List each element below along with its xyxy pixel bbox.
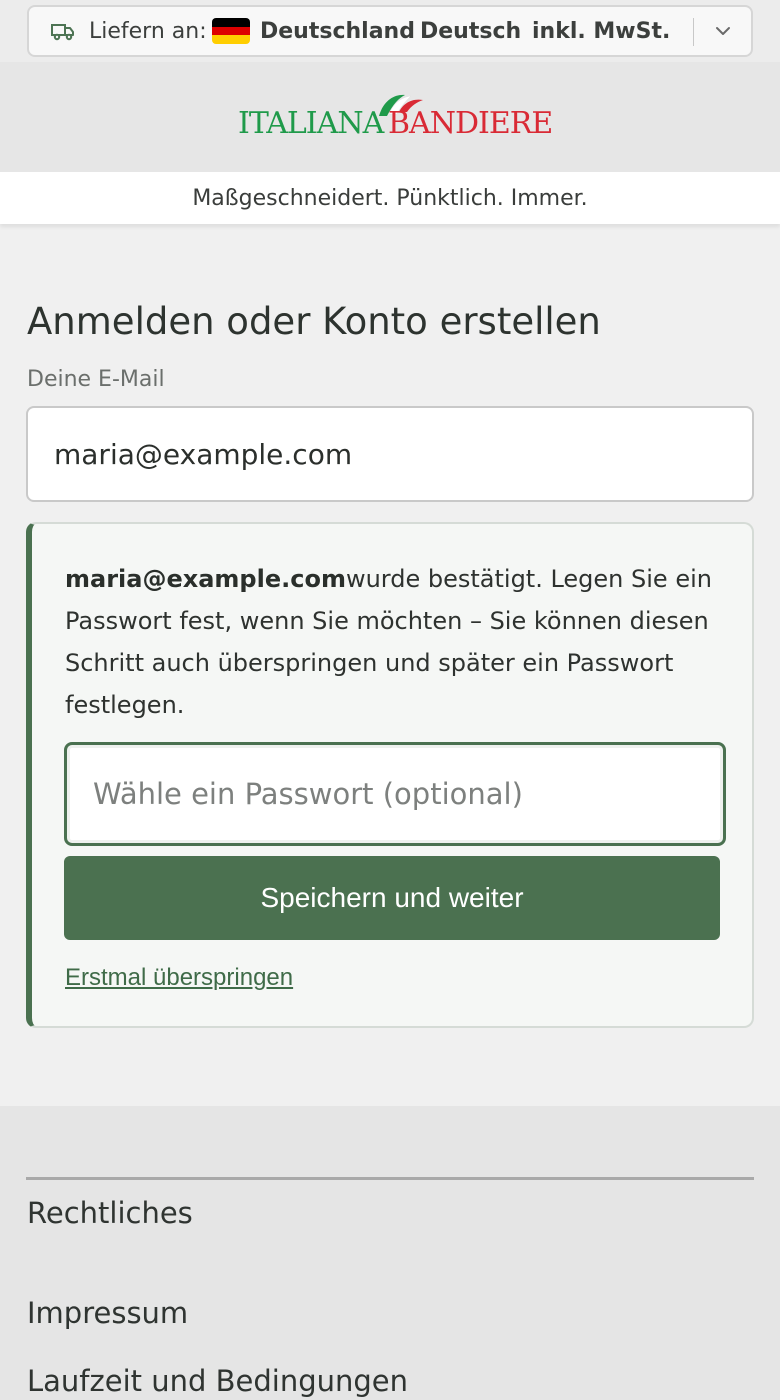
skip-link[interactable]: Erstmal überspringen [65,964,293,992]
site-footer: Rechtliches Impressum Laufzeit und Bedin… [0,1106,780,1400]
country-name: Deutschland [260,19,415,44]
truck-icon [51,24,74,41]
footer-link-impressum[interactable]: Impressum [27,1296,188,1330]
deliver-to-label: Liefern an: [89,19,207,44]
site-header: ITALIANA BANDIERE [0,62,780,172]
footer-divider [26,1177,754,1180]
email-label: Deine E-Mail [27,367,165,392]
password-notice-card: maria@example.comwurde bestätigt. Legen … [26,522,754,1028]
divider [693,18,694,46]
shipping-bar-container: Liefern an: Deutschland · Deutsch · inkl… [0,0,780,62]
tax-note: inkl. MwSt. [532,19,671,44]
logo-text-bandiere: BANDIERE [388,106,553,141]
shipping-selector[interactable]: Liefern an: Deutschland · Deutsch · inkl… [27,5,753,57]
confirmed-email: maria@example.com [65,565,346,593]
language-name: Deutsch [420,19,522,44]
save-and-continue-button[interactable]: Speichern und weiter [64,856,720,940]
logo-text-italiana: ITALIANA [238,106,384,141]
site-logo[interactable]: ITALIANA BANDIERE [238,92,553,147]
germany-flag-icon [212,18,250,44]
footer-heading-legal: Rechtliches [27,1196,193,1230]
tagline-bar: Maßgeschneidert. Pünktlich. Immer. [0,172,780,224]
password-field[interactable] [64,742,726,846]
footer-link-terms[interactable]: Laufzeit und Bedingungen [27,1364,408,1398]
chevron-down-icon[interactable] [715,25,731,37]
confirmation-message: maria@example.comwurde bestätigt. Legen … [65,558,735,726]
email-field[interactable] [26,406,754,502]
page-title: Anmelden oder Konto erstellen [27,300,601,343]
